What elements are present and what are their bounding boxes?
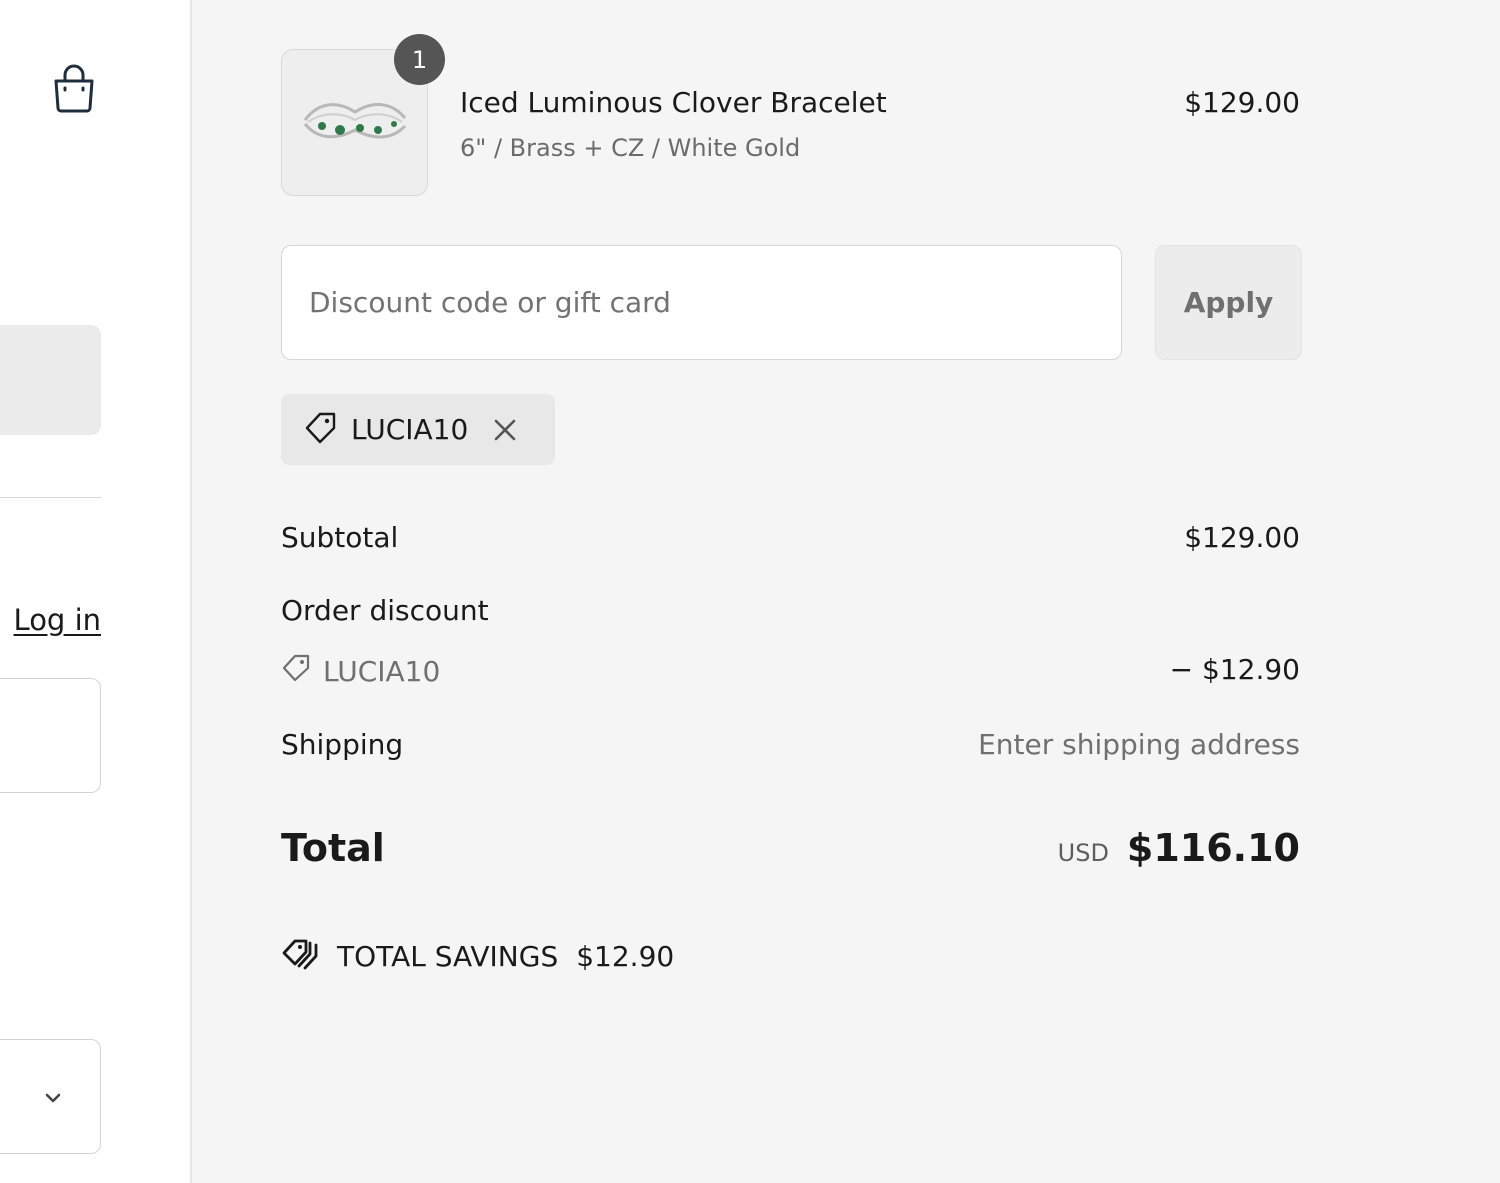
product-name: Iced Luminous Clover Bracelet (460, 86, 887, 119)
close-icon[interactable] (490, 415, 520, 445)
email-field[interactable] (0, 678, 101, 793)
shipping-label: Shipping (281, 728, 404, 761)
checkout-form-panel: Log in (0, 0, 190, 1183)
chevron-down-icon[interactable] (42, 1088, 64, 1108)
order-discount-label: Order discount (281, 594, 489, 627)
total-currency: USD (1057, 839, 1109, 867)
total-savings: TOTAL SAVINGS $12.90 (281, 935, 674, 978)
shipping-value: Enter shipping address (978, 728, 1300, 761)
applied-discount-code: LUCIA10 (351, 413, 469, 446)
divider (0, 497, 101, 498)
total-savings-label: TOTAL SAVINGS (337, 940, 559, 973)
express-checkout-button[interactable] (0, 325, 101, 435)
order-discount-code: LUCIA10 (281, 652, 440, 691)
shopping-bag-icon[interactable] (52, 64, 96, 114)
quantity-badge: 1 (394, 34, 445, 85)
discount-code-input[interactable] (281, 245, 1122, 360)
total-label: Total (281, 826, 385, 870)
order-summary: 1 Iced Luminous Clover Bracelet 6" / Bra… (190, 0, 1500, 1183)
total-amount-group: USD $116.10 (1058, 826, 1300, 870)
total-savings-amount: $12.90 (576, 940, 675, 973)
tags-icon (281, 935, 321, 978)
subtotal-value: $129.00 (1184, 521, 1300, 554)
apply-discount-button[interactable]: Apply (1155, 245, 1302, 360)
bracelet-image (303, 103, 407, 139)
product-variant: 6" / Brass + CZ / White Gold (460, 134, 801, 162)
tag-icon (303, 410, 339, 450)
order-discount-value: − $12.90 (1169, 653, 1300, 686)
subtotal-label: Subtotal (281, 521, 399, 554)
login-link[interactable]: Log in (14, 603, 101, 637)
applied-discount-chip: LUCIA10 (281, 394, 555, 465)
total-amount: $116.10 (1126, 826, 1300, 870)
tag-icon (281, 652, 311, 691)
product-price: $129.00 (1184, 86, 1300, 119)
order-discount-code-text: LUCIA10 (323, 655, 441, 688)
